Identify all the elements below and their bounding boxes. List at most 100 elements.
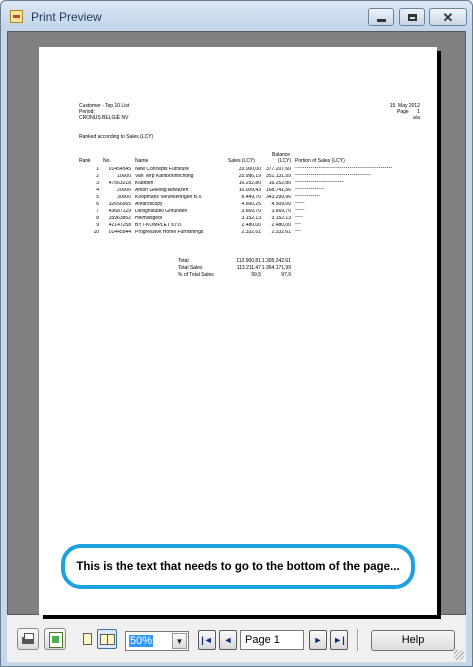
row-name: Progressive Home Furnishings — [135, 230, 204, 235]
preview-area[interactable]: Customer - Top 10 List Period: CRONUS BE… — [7, 31, 466, 615]
header-rank: Rank — [79, 158, 91, 164]
row-sales: 2.332,61 — [241, 230, 261, 235]
print-preview-icon — [10, 10, 23, 23]
row-bar: ************* — [295, 195, 321, 200]
close-button[interactable]: ✕ — [429, 8, 467, 26]
preview-toolbar: 50% ▼ |◄ ◄ Page 1 ► ►| Help — [7, 621, 466, 657]
header-no: No. — [103, 158, 111, 164]
row-balance: 351.131,59 — [265, 174, 291, 179]
help-button[interactable]: Help — [371, 630, 455, 651]
row-no: 47563218 — [108, 181, 131, 186]
chevron-down-icon[interactable]: ▼ — [172, 633, 187, 649]
client-area: Customer - Top 10 List Period: CRONUS BE… — [7, 31, 466, 662]
row-no: 42147258 — [108, 223, 131, 228]
header-balance: (LCY) — [278, 158, 292, 164]
page-number-input[interactable]: Page 1 — [240, 630, 304, 650]
page-setup-button[interactable] — [44, 628, 66, 650]
report-page: Customer - Top 10 List Period: CRONUS BE… — [39, 47, 437, 615]
minimize-button[interactable] — [368, 8, 394, 26]
all-sales: 113.211,47 — [236, 265, 261, 271]
row-name: Van Terp Kantoorinrichting — [135, 174, 194, 179]
row-name: Anton Geestig Adviezen — [135, 188, 189, 193]
row-no: 43687129 — [108, 209, 131, 214]
row-bar: *************************************** — [295, 174, 371, 179]
maximize-icon — [407, 13, 417, 21]
total-balance: 1.305.242,61 — [261, 258, 291, 264]
one-page-view-icon[interactable] — [83, 633, 92, 645]
row-bar: *** — [295, 230, 301, 235]
row-name: Koopmans Verzekeringen B.V. — [135, 195, 203, 200]
row-balance: 16.252,80 — [268, 181, 291, 186]
row-no: 01445544 — [108, 230, 131, 235]
ranked-by: Ranked according to Sales (LCY) — [79, 134, 154, 140]
two-page-view-button[interactable] — [97, 629, 117, 649]
print-button[interactable] — [17, 628, 39, 650]
row-name: New Concepts Furniture — [135, 167, 189, 172]
row-sales: 4.600,25 — [241, 202, 261, 207]
print-preview-window: Print Preview ✕ Customer - Top 10 List P… — [0, 0, 473, 667]
row-balance: 3.152,13 — [271, 216, 291, 221]
row-name: Designstudio Gmunden — [135, 209, 188, 214]
company-name: CRONUS BELGIË NV — [79, 115, 129, 121]
window-title: Print Preview — [31, 10, 102, 24]
row-sales: 8.449,70 — [241, 195, 261, 200]
row-name: Klubben — [135, 181, 154, 186]
header-name: Name — [135, 158, 149, 164]
row-sales: 2.480,00 — [241, 223, 261, 228]
row-bar: ************************* — [295, 181, 344, 186]
callout-text: This is the text that needs to go to the… — [76, 561, 400, 573]
first-page-button[interactable]: |◄ — [198, 630, 216, 650]
row-name: Antarcticopy — [135, 202, 163, 207]
resize-grip-icon[interactable] — [454, 650, 464, 660]
report-user: a/a — [413, 115, 420, 121]
row-sales: 25.996,19 — [238, 174, 261, 179]
row-sales: 33.000,00 — [238, 167, 261, 172]
row-balance: 377.207,60 — [265, 167, 291, 172]
row-bar: ****************************************… — [295, 167, 393, 172]
row-bar: **** — [295, 216, 303, 221]
row-sales: 16.252,80 — [238, 181, 261, 186]
page-label: Page — [397, 109, 409, 115]
row-bar: *** — [295, 223, 301, 228]
toolbar-separator — [357, 629, 359, 651]
zoom-value: 50% — [129, 635, 154, 647]
row-balance: 3.669,70 — [271, 209, 291, 214]
row-sales: 10.009,43 — [238, 188, 261, 193]
row-balance: 168.741,56 — [265, 188, 291, 193]
previous-page-button[interactable]: ◄ — [219, 630, 237, 650]
row-sales: 3.152,13 — [241, 216, 261, 221]
pct-balance: 97,9 — [281, 272, 291, 278]
total-label: Total — [178, 258, 189, 264]
title-bar[interactable]: Print Preview ✕ — [1, 1, 472, 31]
row-no: 01454545 — [108, 167, 131, 172]
header-portion: Portion of Sales (LCY) — [295, 158, 345, 164]
row-no: 35963852 — [108, 216, 131, 221]
all-balance: 1.364.171,99 — [261, 265, 291, 271]
row-bar: ***** — [295, 202, 305, 207]
row-bar: *************** — [295, 188, 325, 193]
row-no: 10000 — [117, 174, 131, 179]
header-sales: Sales (LCY) — [228, 158, 255, 164]
total-sales-label: Total Sales — [178, 265, 203, 271]
zoom-select[interactable]: 50% ▼ — [125, 631, 189, 651]
row-sales: 3.669,70 — [241, 209, 261, 214]
row-no: 20000 — [117, 188, 131, 193]
maximize-button[interactable] — [399, 8, 425, 26]
row-balance: 2.332,61 — [271, 230, 291, 235]
row-balance: 4.509,00 — [271, 202, 291, 207]
close-icon: ✕ — [442, 9, 454, 25]
row-balance: 2.480,00 — [271, 223, 291, 228]
row-bar: ***** — [295, 209, 305, 214]
row-name: Heimilisgedl — [135, 216, 162, 221]
total-sales: 112.900,81 — [236, 258, 261, 264]
row-balance: 343.299,96 — [265, 195, 291, 200]
pct-label: % of Total Sales — [178, 272, 214, 278]
bottom-callout: This is the text that needs to go to the… — [61, 544, 415, 589]
minimize-icon — [376, 18, 386, 22]
next-page-button[interactable]: ► — [309, 630, 327, 650]
last-page-button[interactable]: ►| — [330, 630, 348, 650]
row-no: 32656565 — [108, 202, 131, 207]
row-name: BYT-KOMPLET s.r.o. — [135, 223, 183, 228]
row-no: 30000 — [117, 195, 131, 200]
pct-sales: 99,5 — [251, 272, 261, 278]
